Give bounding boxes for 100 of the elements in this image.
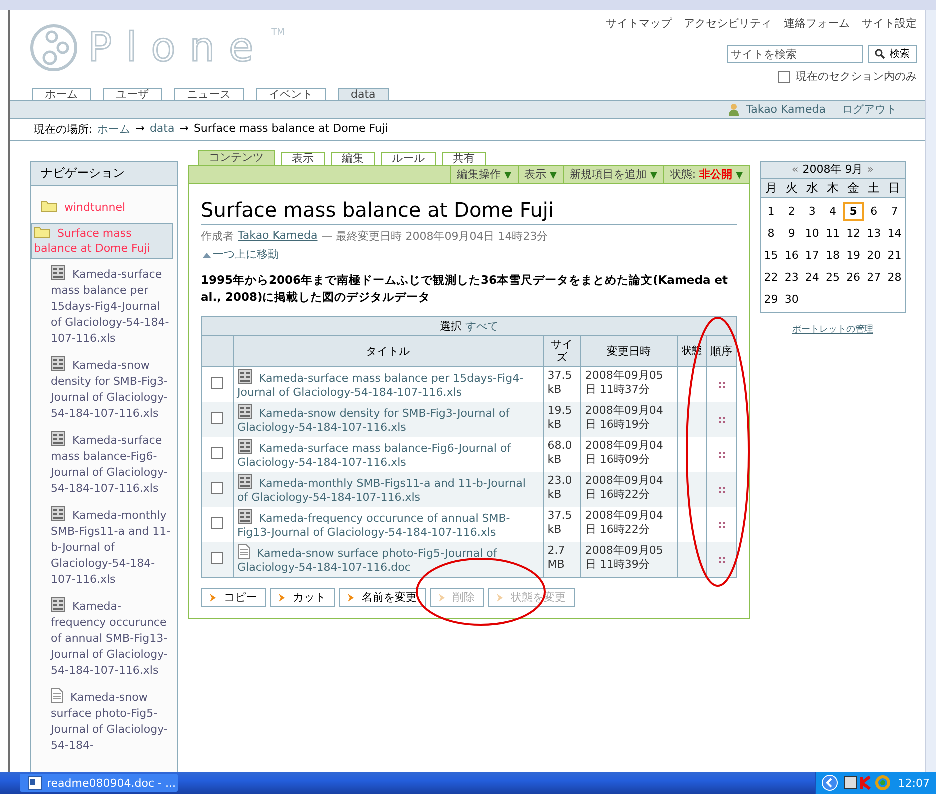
spreadsheet-icon: [238, 474, 252, 489]
search-icon: [875, 49, 885, 59]
nav-tab[interactable]: data: [338, 88, 389, 100]
manage-portlets-link[interactable]: ポートレットの管理: [792, 323, 874, 336]
action-button[interactable]: カット: [270, 588, 335, 607]
author-link[interactable]: Takao Kameda: [238, 229, 318, 244]
date-cell: 2008年09月04日 16時09分: [585, 439, 664, 466]
chevron-icon[interactable]: [822, 775, 838, 791]
breadcrumb-link[interactable]: data: [150, 122, 175, 137]
scrollbar[interactable]: [925, 10, 936, 772]
spreadsheet-icon: [51, 431, 65, 446]
spreadsheet-icon: [238, 369, 252, 384]
previous-month-link[interactable]: «: [792, 162, 799, 178]
arrow-icon: [439, 594, 445, 602]
breadcrumb-link[interactable]: ホーム: [98, 122, 131, 137]
spreadsheet-icon: [238, 404, 252, 419]
nav-tab[interactable]: イベント: [256, 88, 326, 100]
nav-tab[interactable]: ニュース: [174, 88, 244, 100]
nav-tab[interactable]: ユーザ: [103, 88, 162, 100]
content-tab[interactable]: 共有: [442, 152, 486, 165]
column-header: タイトル: [233, 336, 544, 366]
logout-link[interactable]: ログアウト: [842, 102, 897, 117]
content-tab[interactable]: 表示: [281, 152, 325, 165]
tray-icons-drawing[interactable]: [844, 775, 892, 791]
drag-handle-icon[interactable]: [718, 486, 725, 492]
breadcrumb-arrow: →: [180, 122, 189, 137]
row-checkbox[interactable]: [211, 482, 224, 494]
file-link[interactable]: Kameda-surface mass balance-Fig6-Journal of Glaciology-54-184-107-116.xls: [238, 439, 539, 470]
size-cell: 19.5 kB: [548, 404, 572, 431]
column-header: 順序: [706, 336, 736, 366]
content-tab[interactable]: 編集: [331, 152, 375, 165]
size-cell: 37.5 kB: [548, 369, 572, 396]
action-button[interactable]: コピー: [201, 588, 266, 607]
taskbar-button[interactable]: readme080904.doc - ...: [20, 774, 178, 792]
action-menu[interactable]: 新規項目を追加 ▼: [562, 166, 664, 183]
weekday-label: 金: [846, 180, 861, 197]
calendar-day: 1: [761, 202, 782, 221]
up-link[interactable]: 一つ上に移動: [203, 247, 279, 262]
date-cell: 2008年09月05日 11時37分: [585, 369, 664, 396]
content-tab[interactable]: コンテンツ: [198, 150, 275, 165]
nav-item[interactable]: Kameda-frequency occurunce of annual SMB-Fig13-Journal of Glaciology-54-184-107-116.xls: [51, 597, 171, 679]
next-month-link[interactable]: »: [867, 162, 874, 178]
row-checkbox[interactable]: [211, 516, 224, 528]
select-all-link[interactable]: すべて: [465, 320, 498, 332]
site-link[interactable]: アクセシビリティ: [684, 16, 772, 31]
calendar-day: 6: [864, 202, 884, 221]
nav-item[interactable]: windtunnel: [41, 198, 173, 217]
drag-handle-icon[interactable]: [718, 452, 725, 458]
weekday-label: 水: [805, 180, 820, 197]
calendar-day: 24: [802, 268, 823, 287]
spreadsheet-icon: [51, 265, 65, 280]
arrow-icon: [210, 594, 216, 602]
breadcrumb-current: Surface mass balance at Dome Fuji: [194, 122, 388, 137]
drag-handle-icon[interactable]: [718, 416, 725, 422]
search-button[interactable]: 検索: [868, 45, 917, 63]
weekday-label: 火: [784, 180, 799, 197]
calendar-day: 2: [782, 202, 802, 221]
nav-item[interactable]: Kameda-surface mass balance-Fig6-Journal of Glaciology-54-184-107-116.xls: [51, 431, 171, 497]
checkbox-label: 現在のセクション内のみ: [796, 69, 917, 84]
row-checkbox[interactable]: [211, 552, 224, 564]
nav-item[interactable]: Kameda-snow density for SMB-Fig3-Journal of Glaciology-54-184-107-116.xls: [51, 356, 171, 422]
search-field[interactable]: サイトを検索: [727, 45, 863, 63]
row-checkbox[interactable]: [211, 376, 224, 388]
drag-handle-icon[interactable]: [718, 522, 725, 528]
calendar-day: 28: [884, 268, 905, 287]
nav-item[interactable]: Kameda-snow surface photo-Fig5-Journal of Glaciology-54-184-: [51, 688, 171, 754]
row-checkbox[interactable]: [211, 412, 224, 424]
clock: 12:07: [898, 776, 930, 790]
byline-label: 作成者: [201, 229, 234, 244]
date-cell: 2008年09月04日 16時19分: [585, 404, 664, 431]
site-link[interactable]: サイトマップ: [606, 16, 672, 31]
action-menu[interactable]: 編集操作 ▼: [450, 166, 518, 183]
drag-handle-icon[interactable]: [718, 556, 725, 562]
calendar-day: 8: [761, 224, 782, 243]
file-link[interactable]: Kameda-surface mass balance per 15days-Fig4-Journal of Glaciology-54-184-107-116.xls: [238, 369, 539, 400]
calendar-day: 20: [864, 246, 884, 265]
nav-item[interactable]: Kameda-surface mass balance per 15days-Fig4-Journal of Glaciology-54-184-107-116.xls: [51, 265, 171, 347]
calendar-day: 5: [843, 202, 864, 221]
action-menu[interactable]: 表示 ▼: [518, 166, 563, 183]
user-link[interactable]: Takao Kameda: [746, 103, 826, 116]
drag-handle-icon[interactable]: [718, 382, 725, 388]
document-icon: [238, 544, 250, 559]
content-tab[interactable]: ルール: [381, 152, 436, 165]
date-cell: 2008年09月05日 11時39分: [585, 544, 664, 571]
nav-item[interactable]: Kameda-monthly SMB-Figs11-a and 11-b-Journal of Glaciology-54-184-107-116.xls: [51, 506, 171, 588]
row-checkbox[interactable]: [211, 446, 224, 458]
folder-icon: [41, 200, 57, 212]
checkbox[interactable]: [778, 70, 790, 82]
calendar-day: 29: [761, 290, 782, 309]
calendar-day: 27: [864, 268, 884, 287]
file-link[interactable]: Kameda-frequency occurunce of annual SMB-Fig13-Journal of Glaciology-54-184-107-116.xls: [238, 509, 539, 540]
site-link[interactable]: サイト設定: [862, 16, 917, 31]
action-button[interactable]: 名前を変更: [339, 588, 426, 607]
calendar-day: 11: [822, 224, 844, 243]
arrow-icon: [279, 594, 285, 602]
nav-tab[interactable]: ホーム: [32, 88, 91, 100]
calendar-day: 3: [802, 202, 823, 221]
site-link[interactable]: 連絡フォーム: [784, 16, 850, 31]
weekday-label: 土: [867, 180, 882, 197]
state-menu[interactable]: 状態: 非公開 ▼: [663, 166, 749, 183]
